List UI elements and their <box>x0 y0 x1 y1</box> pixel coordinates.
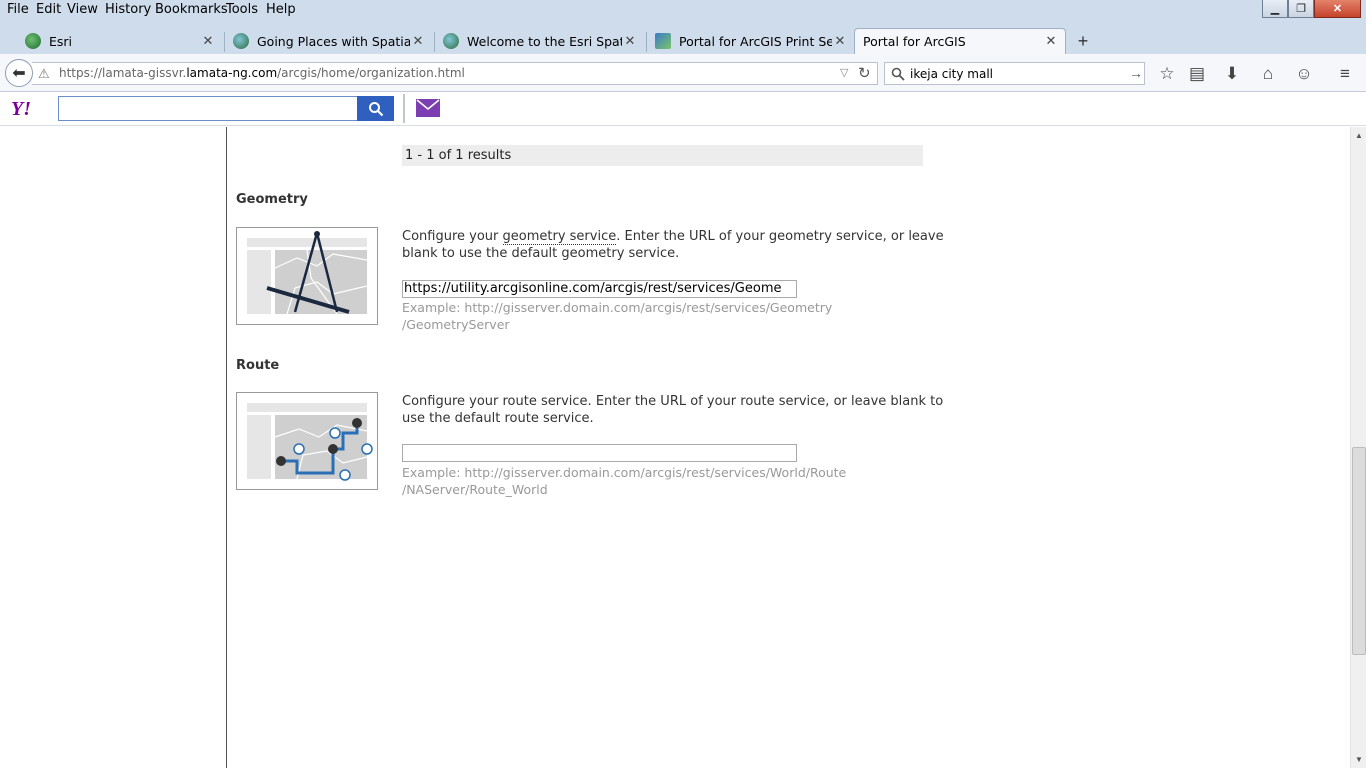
plus-icon: + <box>1077 30 1089 51</box>
geometry-service-link[interactable]: geometry service <box>502 229 617 245</box>
tab-welcome-esri[interactable]: Welcome to the Esri Spatial... ✕ <box>435 28 644 54</box>
route-url-input[interactable] <box>402 444 797 462</box>
download-icon[interactable]: ⬇ <box>1221 63 1243 85</box>
geometry-description: Configure your geometry service. Enter t… <box>402 228 947 262</box>
url-domain: lamata-ng.com <box>186 66 278 80</box>
tab-label: Welcome to the Esri Spatial... <box>467 33 622 49</box>
results-count: 1 - 1 of 1 results <box>402 145 923 166</box>
back-arrow-icon: ⬅ <box>12 65 26 82</box>
geometry-title: Geometry <box>236 192 308 207</box>
url-suffix: /arcgis/home/organization.html <box>277 66 465 80</box>
globe-icon <box>443 33 459 49</box>
yahoo-search-input[interactable] <box>58 96 358 121</box>
minimize-button[interactable]: ▁ <box>1262 0 1288 18</box>
left-divider <box>226 127 227 768</box>
back-button[interactable]: ⬅ <box>5 59 33 87</box>
menu-tools[interactable]: Tools <box>226 2 258 17</box>
tab-close-icon[interactable]: ✕ <box>410 34 426 49</box>
scroll-up-arrow-icon[interactable]: ▲ <box>1351 127 1366 144</box>
tab-label: Portal for ArcGIS Print Servi... <box>679 33 832 49</box>
tab-esri[interactable]: Esri ✕ <box>17 28 222 54</box>
bookmark-star-icon[interactable]: ☆ <box>1156 63 1178 85</box>
tab-label: Portal for ArcGIS <box>863 34 966 49</box>
chat-icon[interactable]: ☺ <box>1293 63 1315 85</box>
yahoo-toolbar: Y! <box>0 92 1366 126</box>
geometry-example-line2: /GeometryServer <box>402 317 510 332</box>
scroll-thumb[interactable] <box>1352 447 1366 655</box>
route-example-line2: /NAServer/Route_World <box>402 482 548 497</box>
close-icon: ✕ <box>1332 3 1343 15</box>
toolbar-divider <box>403 94 405 123</box>
tab-portal-print[interactable]: Portal for ArcGIS Print Servi... ✕ <box>647 28 854 54</box>
tab-close-icon[interactable]: ✕ <box>622 34 638 49</box>
page-content: 1 - 1 of 1 results Geometry Configure yo… <box>0 127 1350 768</box>
search-icon <box>368 101 383 116</box>
yahoo-logo[interactable]: Y! <box>11 98 31 121</box>
reading-list-icon[interactable]: ▤ <box>1186 63 1208 85</box>
dropdown-icon[interactable]: ▽ <box>840 66 848 79</box>
route-example-line1: Example: http://gisserver.domain.com/arc… <box>402 465 847 480</box>
route-example: Example: http://gisserver.domain.com/arc… <box>402 464 872 498</box>
geometry-desc-before: Configure your <box>402 229 503 244</box>
portal-map-icon <box>655 33 671 49</box>
geometry-example: Example: http://gisserver.domain.com/arc… <box>402 299 872 333</box>
search-input[interactable]: ikeja city mall <box>910 67 993 81</box>
tab-going-places[interactable]: Going Places with Spatial A... ✕ <box>225 28 432 54</box>
tab-close-icon[interactable]: ✕ <box>832 34 848 49</box>
vertical-scrollbar[interactable]: ▲ ▼ <box>1350 127 1366 768</box>
yahoo-search-button[interactable] <box>357 96 394 121</box>
browser-chrome: File Edit View History Bookmarks Tools H… <box>0 0 1366 92</box>
route-description: Configure your route service. Enter the … <box>402 394 944 426</box>
home-icon[interactable]: ⌂ <box>1257 63 1279 85</box>
restore-icon: ❐ <box>1296 3 1306 15</box>
menu-bar: File Edit View History Bookmarks Tools H… <box>0 0 1366 22</box>
navigation-bar: ⚠ https://lamata-gissvr.lamata-ng.com/ar… <box>0 54 1366 92</box>
reload-icon[interactable]: ↻ <box>858 64 871 82</box>
tab-portal-arcgis[interactable]: Portal for ArcGIS ✕ <box>854 28 1066 54</box>
search-bar[interactable]: ikeja city mall → <box>884 62 1145 85</box>
menu-edit[interactable]: Edit <box>36 2 61 17</box>
url-text[interactable]: https://lamata-gissvr.lamata-ng.com/arcg… <box>59 66 465 80</box>
globe-icon <box>233 33 249 49</box>
esri-globe-icon <box>25 33 41 49</box>
url-prefix: https://lamata-gissvr. <box>59 66 187 80</box>
search-icon <box>891 67 905 81</box>
tab-label: Esri <box>49 33 73 49</box>
menu-icon[interactable]: ≡ <box>1334 63 1356 85</box>
maximize-button[interactable]: ❐ <box>1288 0 1314 18</box>
route-thumbnail <box>236 392 378 490</box>
url-bar[interactable]: ⚠ https://lamata-gissvr.lamata-ng.com/ar… <box>32 62 878 85</box>
scroll-down-arrow-icon[interactable]: ▼ <box>1351 751 1366 768</box>
mail-icon[interactable] <box>416 99 440 117</box>
menu-bookmarks[interactable]: Bookmarks <box>155 2 228 17</box>
geometry-example-line1: Example: http://gisserver.domain.com/arc… <box>402 300 833 315</box>
tab-close-icon[interactable]: ✕ <box>1043 34 1059 49</box>
menu-history[interactable]: History <box>105 2 151 17</box>
new-tab-button[interactable]: + <box>1072 30 1094 52</box>
route-title: Route <box>236 358 280 373</box>
warning-icon[interactable]: ⚠ <box>38 66 50 82</box>
minimize-icon: ▁ <box>1270 3 1280 15</box>
window-close-button[interactable]: ✕ <box>1314 0 1361 18</box>
geometry-thumbnail <box>236 227 378 325</box>
menu-help[interactable]: Help <box>266 2 296 17</box>
tab-label: Going Places with Spatial A... <box>257 33 410 49</box>
tab-bar: Esri ✕ Going Places with Spatial A... ✕ … <box>0 24 1366 54</box>
menu-view[interactable]: View <box>67 2 98 17</box>
search-go-icon[interactable]: → <box>1129 65 1143 81</box>
tab-close-icon[interactable]: ✕ <box>200 34 216 49</box>
geometry-url-input[interactable]: https://utility.arcgisonline.com/arcgis/… <box>402 280 797 298</box>
menu-file[interactable]: File <box>7 2 29 17</box>
